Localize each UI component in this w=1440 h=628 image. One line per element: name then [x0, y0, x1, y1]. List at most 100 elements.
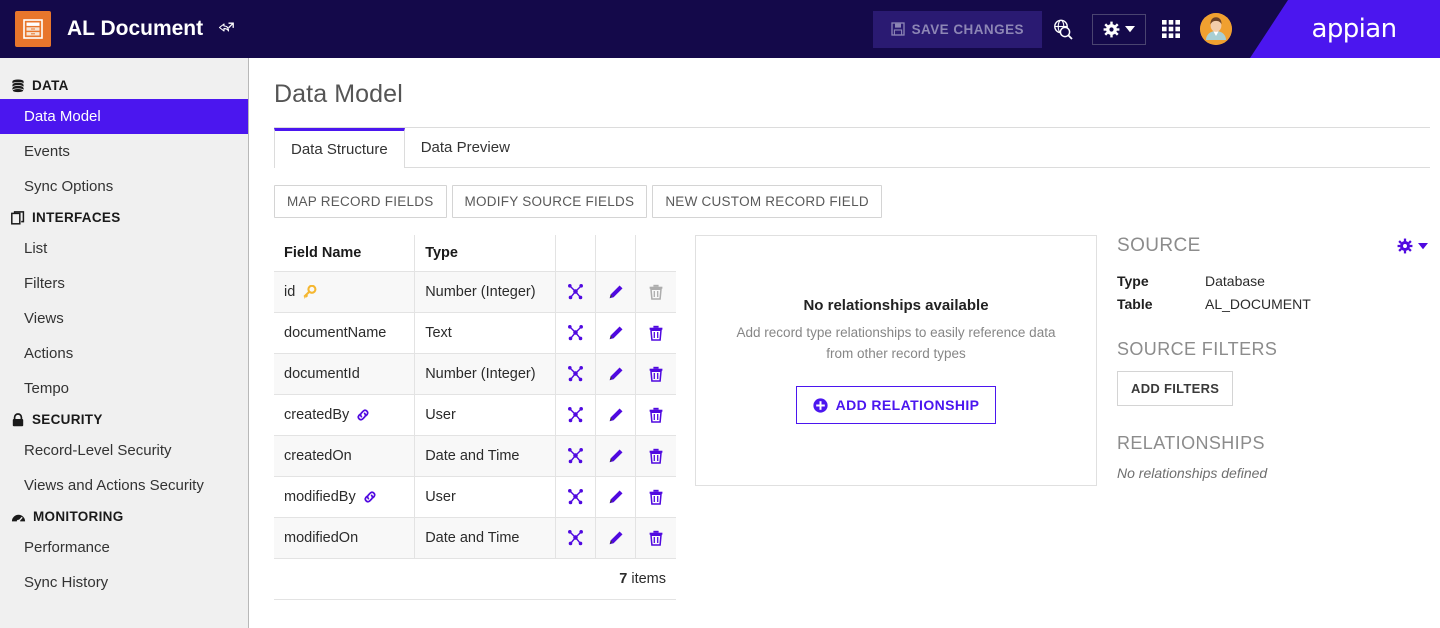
column-header-delete [635, 235, 676, 272]
sidebar-section-security: SECURITY [0, 406, 248, 433]
delete-button[interactable] [637, 354, 676, 393]
pencil-icon [609, 367, 623, 380]
add-relationship-button[interactable]: ADD RELATIONSHIP [795, 386, 997, 424]
cell-delete-action [635, 311, 676, 354]
delete-button[interactable] [637, 313, 676, 352]
sidebar-section-label: MONITORING [33, 509, 124, 524]
sidebar-section-label: DATA [32, 78, 69, 93]
relationship-node-icon [568, 530, 583, 546]
cell-edit-action [595, 516, 637, 559]
add-filters-button[interactable]: ADD FILTERS [1117, 371, 1234, 406]
sidebar-item-data-model[interactable]: Data Model [0, 99, 248, 134]
delete-button[interactable] [637, 477, 676, 516]
relationship-node-icon [568, 407, 583, 423]
edit-button[interactable] [597, 477, 635, 516]
table-footer-row: 7 items [274, 557, 676, 600]
tab-data-preview[interactable]: Data Preview [405, 128, 526, 167]
delete-button[interactable] [637, 436, 676, 475]
edit-button[interactable] [597, 436, 635, 475]
field-name-text: documentName [284, 324, 387, 341]
user-avatar[interactable] [1200, 13, 1232, 45]
sidebar-item-tempo[interactable]: Tempo [0, 371, 248, 406]
relationship-node-icon [568, 284, 583, 300]
sidebar-item-actions[interactable]: Actions [0, 336, 248, 371]
settings-menu-button[interactable] [1092, 13, 1146, 45]
search-button[interactable] [1042, 10, 1084, 48]
delete-button[interactable] [637, 518, 676, 557]
modify-source-fields-button[interactable]: MODIFY SOURCE FIELDS [451, 185, 648, 218]
cell-edit-action [595, 393, 637, 436]
column-header-field-name: Field Name [274, 235, 416, 272]
cell-delete-action [635, 270, 676, 313]
sidebar-section-monitoring: MONITORING [0, 503, 248, 530]
edit-button[interactable] [597, 518, 635, 557]
save-changes-label: SAVE CHANGES [911, 21, 1024, 37]
field-name-text: createdBy [284, 406, 350, 423]
sidebar-section-label: SECURITY [32, 412, 103, 427]
field-name-text: createdOn [284, 447, 352, 464]
apps-grid-button[interactable] [1152, 12, 1190, 46]
relationship-button[interactable] [556, 436, 594, 475]
column-header-edit [595, 235, 637, 272]
table-row: createdBy User [274, 393, 676, 436]
trash-icon [649, 325, 663, 341]
trash-icon [649, 366, 663, 382]
source-panel: SOURCE Type Database Table AL_DOCUMENT S… [1097, 235, 1440, 600]
appian-logo: appian [1311, 14, 1398, 44]
cell-field-type: User [414, 393, 556, 436]
open-in-new-icon[interactable] [218, 21, 235, 37]
edit-button[interactable] [597, 395, 635, 434]
app-icon[interactable] [15, 11, 51, 47]
cell-field-type: Text [414, 311, 556, 354]
tab-data-structure[interactable]: Data Structure [274, 128, 405, 168]
save-changes-button[interactable]: SAVE CHANGES [872, 10, 1042, 48]
pencil-icon [609, 326, 623, 339]
source-settings-button[interactable] [1397, 238, 1428, 254]
main-content: Data Model Data Structure Data Preview M… [249, 58, 1440, 628]
sidebar-item-list[interactable]: List [0, 231, 248, 266]
trash-icon [649, 407, 663, 423]
relationship-button[interactable] [556, 272, 594, 311]
caret-down-icon [1418, 242, 1428, 249]
sidebar-item-sync-history[interactable]: Sync History [0, 565, 248, 600]
cell-relationship-action [554, 311, 597, 354]
delete-button[interactable] [637, 395, 676, 434]
map-record-fields-button[interactable]: MAP RECORD FIELDS [274, 185, 447, 218]
table-row: documentId Number (Integer) [274, 352, 676, 395]
cell-edit-action [595, 311, 637, 354]
relationship-button[interactable] [556, 313, 594, 352]
sidebar-item-filters[interactable]: Filters [0, 266, 248, 301]
column-header-type: Type [414, 235, 556, 272]
table-row: id P Number (Integer) [274, 270, 676, 313]
sidebar-item-sync-options[interactable]: Sync Options [0, 169, 248, 204]
page-body: DATA Data Model Events Sync Options INTE… [0, 58, 1440, 628]
new-custom-record-field-button[interactable]: NEW CUSTOM RECORD FIELD [652, 185, 882, 218]
relationship-button[interactable] [556, 518, 594, 557]
relationship-button[interactable] [556, 354, 594, 393]
cell-relationship-action [554, 434, 597, 477]
edit-button[interactable] [597, 313, 635, 352]
cell-field-name: documentId [274, 352, 416, 395]
relationship-node-icon [568, 448, 583, 464]
avatar-illustration [1200, 13, 1232, 45]
content-columns: Field Name Type id P Number (Integer) do… [274, 235, 1440, 600]
sidebar-item-views[interactable]: Views [0, 301, 248, 336]
sidebar-item-performance[interactable]: Performance [0, 530, 248, 565]
globe-search-icon [1054, 19, 1073, 40]
source-field-type: Type Database [1117, 273, 1428, 289]
edit-button[interactable] [597, 354, 635, 393]
sidebar-section-interfaces: INTERFACES [0, 204, 248, 231]
cell-field-type: User [414, 475, 556, 518]
sidebar-item-events[interactable]: Events [0, 134, 248, 169]
cell-relationship-action [554, 475, 597, 518]
edit-button[interactable] [597, 272, 635, 311]
fields-table: Field Name Type id P Number (Integer) do… [274, 235, 676, 600]
gear-icon [1103, 21, 1120, 37]
primary-key-icon: P [303, 284, 317, 299]
pencil-icon [609, 285, 623, 298]
cell-field-name: id P [274, 270, 416, 313]
relationship-button[interactable] [556, 477, 594, 516]
sidebar-item-views-and-actions-security[interactable]: Views and Actions Security [0, 468, 248, 503]
sidebar-item-record-level-security[interactable]: Record-Level Security [0, 433, 248, 468]
relationship-button[interactable] [556, 395, 594, 434]
